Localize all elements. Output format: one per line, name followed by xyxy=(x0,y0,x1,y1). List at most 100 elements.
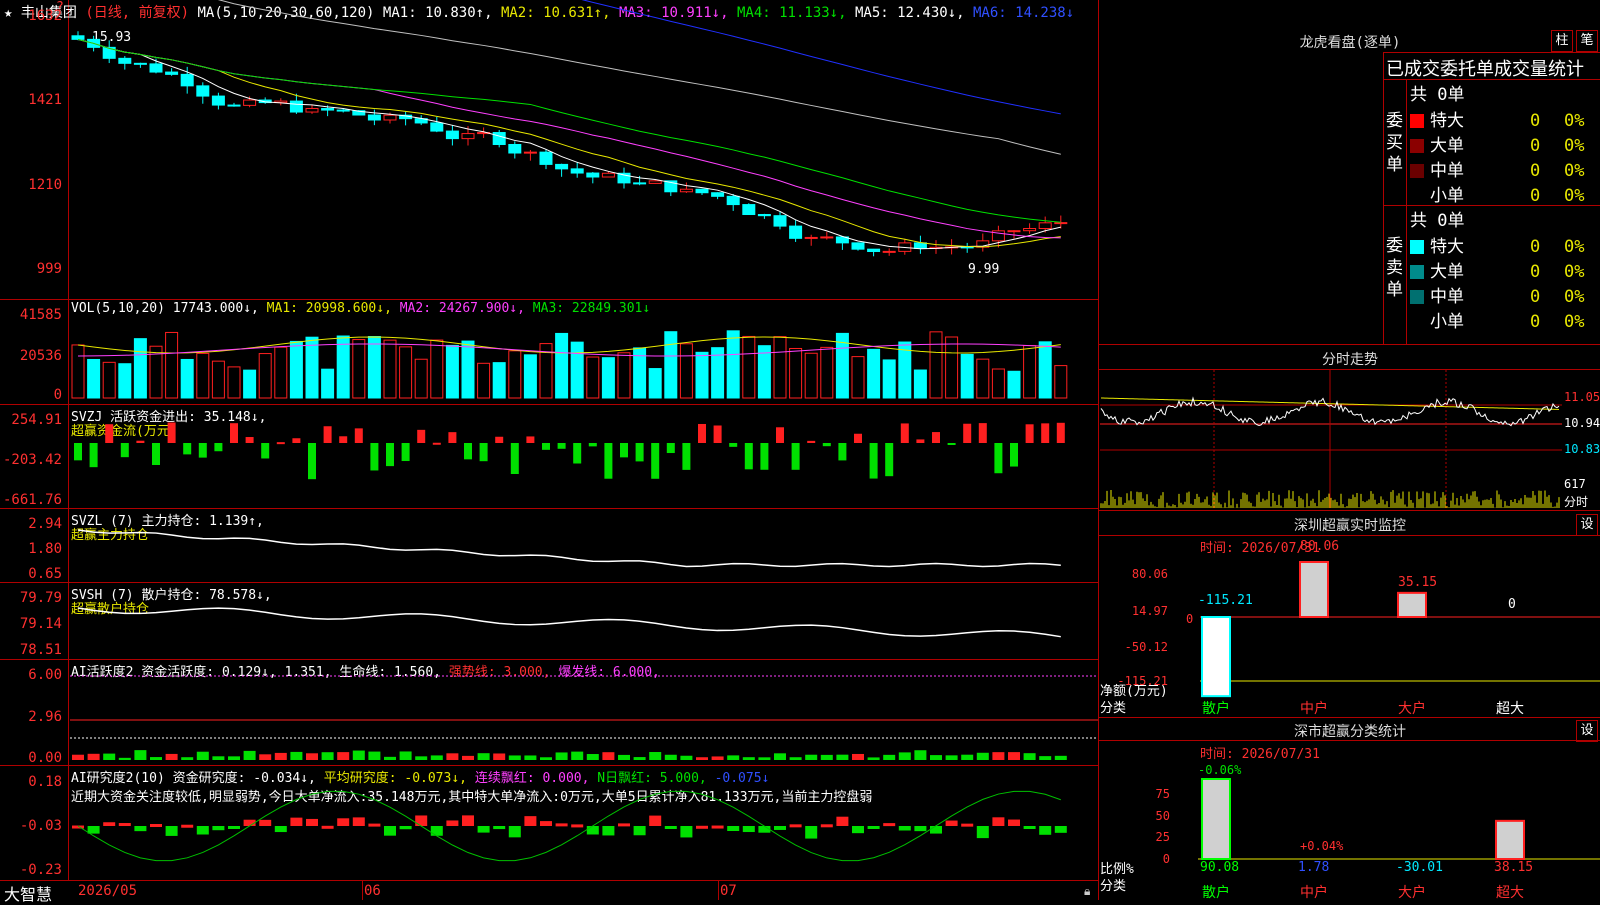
flow-bar xyxy=(152,443,160,466)
research-bar xyxy=(618,823,630,827)
research-bar xyxy=(508,826,521,838)
chart-graphics xyxy=(70,0,1600,862)
research-bar xyxy=(274,826,287,833)
research-bar xyxy=(571,824,584,828)
activity-bar xyxy=(196,751,209,760)
flow-bar xyxy=(183,443,192,455)
volume-bar xyxy=(118,363,132,399)
volume-bar xyxy=(445,344,459,399)
research-bar xyxy=(664,826,677,829)
flow-bar xyxy=(978,423,987,443)
candle-body xyxy=(243,99,257,106)
activity-bar xyxy=(1008,752,1020,760)
research-bar xyxy=(602,826,615,836)
volume-bar xyxy=(274,346,288,399)
flow-bar xyxy=(370,443,379,471)
flow-bar xyxy=(947,443,956,445)
flow-bar xyxy=(932,432,940,443)
volume-bar xyxy=(523,354,537,399)
volume-bar xyxy=(87,358,101,399)
flow-bar xyxy=(495,436,504,443)
ma-line xyxy=(77,38,1061,223)
activity-bar xyxy=(368,751,381,760)
ma-line xyxy=(77,38,1061,239)
candle-body xyxy=(180,73,194,87)
candle-body xyxy=(820,236,834,239)
volume-bar xyxy=(492,362,506,399)
candle-body xyxy=(601,172,615,178)
flow-bar xyxy=(963,423,972,443)
volume-bar xyxy=(227,366,241,399)
candle-body xyxy=(445,130,459,140)
flow-bar xyxy=(526,436,535,443)
volume-bar xyxy=(211,360,225,399)
candle-body xyxy=(289,100,303,113)
volume-bar xyxy=(1007,370,1021,399)
volume-bar xyxy=(165,331,179,399)
research-bar xyxy=(103,822,116,826)
volume-bar xyxy=(71,344,85,399)
volume-bar xyxy=(601,357,615,399)
research-bar xyxy=(493,826,506,830)
activity-bar xyxy=(259,754,272,760)
volume-bar xyxy=(851,356,865,399)
volume-bar xyxy=(508,350,522,399)
activity-bar xyxy=(976,752,989,760)
class-value-label: -30.01 xyxy=(1396,860,1443,875)
research-bar xyxy=(945,820,958,826)
activity-bar xyxy=(134,750,147,760)
activity-bar xyxy=(836,754,849,760)
volume-bar xyxy=(258,353,272,399)
flow-bar xyxy=(276,442,285,445)
flow-bar xyxy=(604,443,613,479)
monitor-category: 中户 xyxy=(1300,701,1328,717)
research-bar xyxy=(1039,826,1052,835)
volume-bar xyxy=(196,352,210,399)
activity-bar xyxy=(992,752,1005,760)
volume-bar xyxy=(367,336,381,399)
flow-bar xyxy=(713,425,722,443)
activity-bar xyxy=(883,754,896,760)
flow-bar xyxy=(869,443,878,479)
flow-bar xyxy=(698,423,706,443)
activity-bar xyxy=(805,754,818,760)
volume-bar xyxy=(913,369,927,399)
flow-bar xyxy=(261,443,270,459)
activity-bar xyxy=(820,754,833,760)
activity-bar xyxy=(649,752,662,760)
research-bar xyxy=(586,826,599,835)
activity-bar xyxy=(430,755,443,760)
activity-bar xyxy=(290,751,303,760)
activity-bar xyxy=(945,755,958,760)
flow-bar xyxy=(682,443,691,470)
research-bar xyxy=(259,819,272,826)
volume-bar xyxy=(867,348,881,399)
flow-bar xyxy=(167,422,176,443)
research-bar xyxy=(337,818,350,826)
activity-bar xyxy=(727,755,740,760)
activity-bar xyxy=(399,751,412,760)
research-bar xyxy=(212,826,225,831)
flow-bar xyxy=(292,438,301,443)
volume-bar xyxy=(664,331,678,399)
research-bar xyxy=(555,823,568,827)
volume-bar xyxy=(180,358,194,399)
class-bar xyxy=(1495,819,1525,860)
research-bar xyxy=(727,826,740,832)
research-bar xyxy=(352,817,365,826)
volume-bar xyxy=(383,339,397,399)
research-bar xyxy=(150,824,162,828)
flow-bar xyxy=(464,443,472,460)
research-bar xyxy=(992,817,1005,826)
research-bar xyxy=(196,826,209,835)
research-bar xyxy=(649,815,662,826)
volume-bar xyxy=(243,369,257,399)
main-holding-line xyxy=(77,529,1061,568)
flow-bar xyxy=(1041,423,1050,443)
candle-body xyxy=(461,133,475,140)
candle-body xyxy=(882,250,896,253)
research-bar xyxy=(165,826,178,836)
flow-bar xyxy=(791,443,800,470)
activity-bar xyxy=(914,750,927,760)
flow-bar xyxy=(214,443,223,452)
